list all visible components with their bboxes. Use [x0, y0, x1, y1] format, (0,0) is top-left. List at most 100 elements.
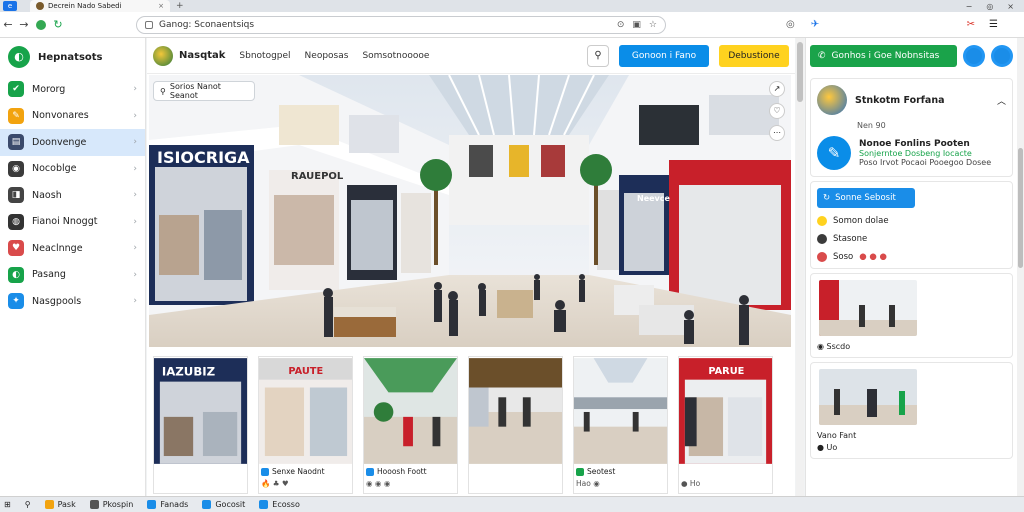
profile-sub: Nen 90 — [857, 121, 886, 130]
sidebar-item-icon: ✦ — [8, 293, 24, 310]
profile-name[interactable]: Stnkotm Forfana — [855, 95, 945, 106]
row-label[interactable]: Stasone — [833, 234, 867, 244]
sidebar-item-icon: ◨ — [8, 187, 24, 204]
hero-mall-image: ISIOCRIGA RAUEPOL Neevce ⚲ Sorios Nanot … — [149, 75, 791, 347]
shield-icon[interactable] — [36, 19, 46, 30]
profile-icon[interactable]: ◎ — [786, 19, 795, 30]
phone-icon: ✆ — [818, 51, 826, 61]
blue-action-button[interactable]: ↻ Sonne Sebosit — [817, 188, 915, 208]
sidebar-header[interactable]: ◐ Hepnatsots — [0, 38, 145, 76]
pin-icon[interactable]: ✂ — [967, 19, 975, 30]
store-sign-mid: RAUEPOL — [291, 171, 344, 182]
sidebar-item[interactable]: ◉ Nocoblge › — [0, 156, 145, 183]
search-icon[interactable]: ⚲ — [25, 500, 31, 509]
sidebar-item-icon: ♥ — [8, 240, 24, 257]
reload-icon[interactable]: ↻ — [50, 18, 66, 31]
thumbnail-card[interactable] — [468, 356, 563, 494]
thumbnail-card[interactable]: PAUTE Senxe Naodnt 🔥 ♣ ♥ — [258, 356, 353, 494]
taskbar-item[interactable]: Ecosso — [259, 500, 300, 509]
nav-link-2[interactable]: Neoposas — [305, 51, 349, 61]
sidebar-item[interactable]: ◨ Naosh › — [0, 182, 145, 209]
search-icon[interactable]: ⚲ — [587, 44, 609, 67]
browser-logo[interactable]: e — [0, 0, 30, 12]
sidebar-item[interactable]: ✦ Nasgpools › — [0, 288, 145, 315]
address-bar: ← → ↻ Ganog: Sconaentsiqs ⊙ ▣ ☆ ◎ ✈ ✂ ☰ — [0, 12, 1024, 38]
secondary-button[interactable]: Debustione — [719, 44, 789, 67]
sidebar-toggle-icon[interactable]: ▣ — [632, 20, 641, 30]
extension-icon[interactable]: ✈ — [811, 19, 819, 30]
close-window-button[interactable]: × — [1007, 2, 1014, 11]
sidebar-item[interactable]: ◍ Fianoi Nnoggt › — [0, 209, 145, 236]
browser-icon: e — [3, 1, 17, 11]
taskbar-item[interactable]: Pask — [44, 500, 76, 509]
row-label[interactable]: Somon dolae — [833, 216, 889, 226]
image-card[interactable]: ◉ Sscdo — [810, 273, 1013, 358]
menu-icon[interactable]: ☰ — [989, 19, 998, 30]
hero-toolbar: ↗ ♡ ⋯ — [769, 81, 785, 141]
profile-avatar[interactable] — [817, 85, 847, 115]
taskbar-item[interactable]: Pkospin — [89, 500, 133, 509]
user-name[interactable]: Nasqtak — [179, 50, 225, 61]
forward-icon[interactable]: → — [16, 18, 32, 31]
avatar[interactable] — [153, 45, 173, 66]
more-icon[interactable]: ⋯ — [769, 125, 785, 141]
chevron-up-icon[interactable]: ︿ — [997, 94, 1006, 107]
sidebar-item[interactable]: ✔ Mororg › — [0, 76, 145, 103]
primary-button[interactable]: Gonoon i Fano — [619, 44, 709, 67]
hearts-icon: ● ● ● — [859, 252, 887, 262]
hero-search-text: Sorios Nanot Seanot — [169, 82, 221, 100]
dot-icon — [817, 252, 827, 262]
sidebar-item[interactable]: ✎ Nonvonares › — [0, 103, 145, 130]
thumbnail-card[interactable]: Hooosh Foott ◉ ◉ ◉ — [363, 356, 458, 494]
circle-button-1[interactable] — [963, 45, 986, 67]
thumbnail-card[interactable]: PARUE ● Ho — [678, 356, 773, 494]
green-action-button[interactable]: ✆ Gonhos i Goe Nobnsitas — [810, 45, 958, 67]
bookmark-star-icon[interactable]: ☆ — [649, 20, 657, 30]
thumbnail-card[interactable]: IAZUBIZ — [153, 356, 248, 494]
nav-link-3[interactable]: Somsotnooooe — [362, 51, 429, 61]
sidebar-item-icon: ▤ — [8, 134, 24, 151]
sidebar-item-icon: ◍ — [8, 213, 24, 230]
circle-button-2[interactable] — [991, 45, 1013, 67]
tab-active[interactable]: Decrein Nado Sabedi × — [30, 0, 170, 12]
lens-icon[interactable]: ⊙ — [617, 20, 625, 30]
thumbnail-card[interactable]: Seotest Hao ◉ — [573, 356, 668, 494]
sidebar-item-label: Nasgpools — [32, 295, 82, 307]
sidebar-item[interactable]: ▤ Doonvenge › — [0, 129, 145, 156]
main-scrollbar[interactable] — [796, 38, 804, 496]
start-icon[interactable]: ⊞ — [4, 500, 11, 509]
sidebar-item[interactable]: ♥ Neaclnnge › — [0, 235, 145, 262]
right-panel: ✆ Gonhos i Goe Nobnsitas Stnkotm Forfana … — [805, 38, 1017, 496]
app-icon[interactable]: ✎ — [817, 136, 851, 170]
image-sub: ● Uo — [817, 443, 838, 452]
sidebar-item[interactable]: ◐ Pasang › — [0, 262, 145, 289]
hero-search-input[interactable]: ⚲ Sorios Nanot Seanot — [153, 81, 255, 101]
row-label[interactable]: Soso — [833, 252, 853, 262]
main-header: Nasqtak Sbnotogpel Neoposas Somsotnooooe… — [147, 38, 795, 74]
share-icon[interactable]: ↗ — [769, 81, 785, 97]
taskbar-item[interactable]: Gocosit — [202, 500, 245, 509]
sidebar-item-label: Nocoblge — [32, 163, 77, 175]
url-text: Ganog: Sconaentsiqs — [159, 19, 255, 30]
back-icon[interactable]: ← — [0, 18, 16, 31]
chevron-right-icon: › — [133, 163, 137, 174]
app-detail: Poso Irvot Pocaoi Pooegoo Dosee — [859, 158, 992, 167]
thumbnail-image — [574, 358, 667, 464]
minimize-button[interactable]: − — [966, 2, 973, 11]
badge-icon — [261, 467, 269, 476]
taskbar-item[interactable]: Fanads — [147, 500, 188, 509]
thumbnail-caption: Hooosh Foott — [377, 467, 427, 476]
sidebar-item-icon: ✔ — [8, 81, 24, 98]
nav-link-1[interactable]: Sbnotogpel — [239, 51, 290, 61]
sidebar-item-label: Nonvonares — [32, 110, 89, 122]
restore-button[interactable]: ◎ — [986, 2, 993, 11]
new-tab-button[interactable]: + — [176, 1, 184, 11]
store-sign-right: Neevce — [637, 194, 671, 203]
image-card[interactable]: Vano Fant ● Uo — [810, 362, 1013, 459]
url-input[interactable]: Ganog: Sconaentsiqs ⊙ ▣ ☆ — [136, 15, 666, 34]
tab-close-icon[interactable]: × — [158, 2, 164, 10]
right-scrollbar[interactable] — [1017, 38, 1024, 496]
card-image — [819, 280, 917, 336]
dot-icon — [817, 234, 827, 244]
save-icon[interactable]: ♡ — [769, 103, 785, 119]
